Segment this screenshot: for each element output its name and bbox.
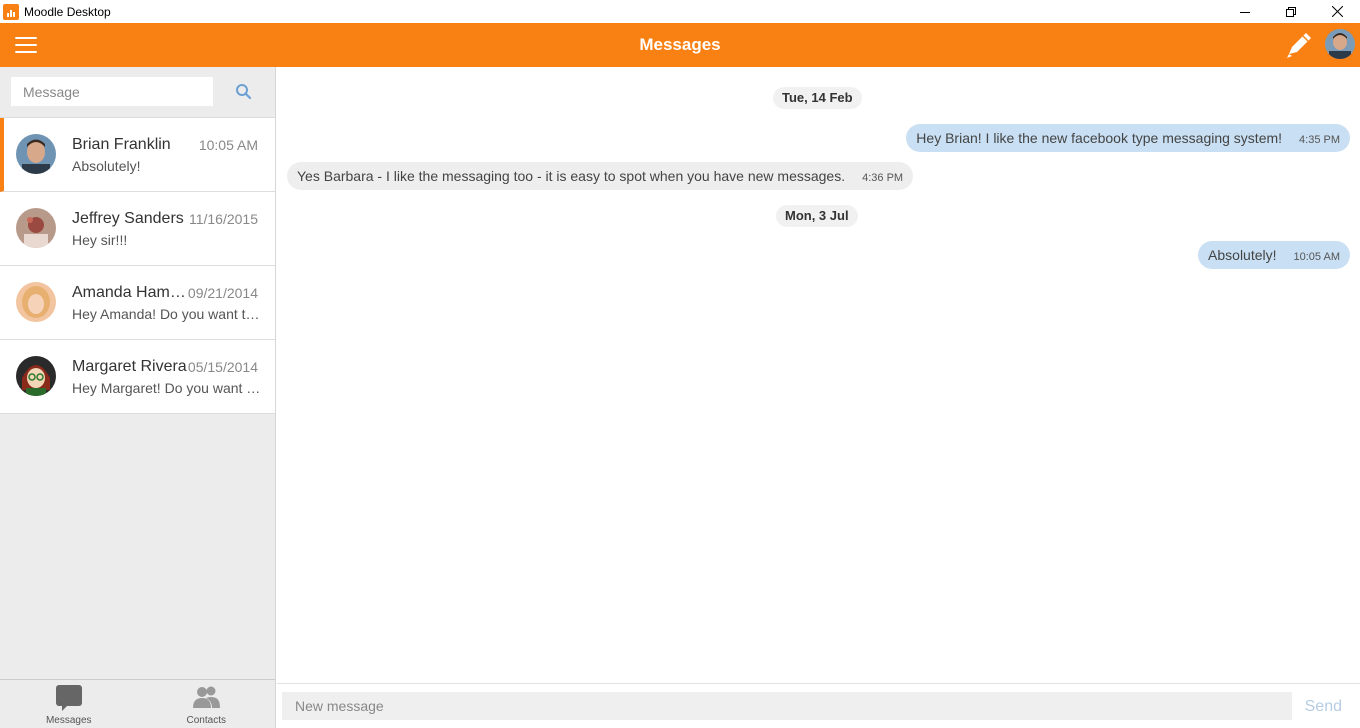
conversation-date: 11/16/2015 <box>188 211 258 227</box>
avatar-icon <box>1325 29 1355 59</box>
message-thread: Tue, 14 Feb Hey Brian! I like the new fa… <box>277 67 1360 683</box>
conversation-item-margaret-rivera[interactable]: Margaret Rivera 05/15/2014 Hey Margaret!… <box>0 340 275 414</box>
conversation-item-amanda-hamilton[interactable]: Amanda Hamilton 09/21/2014 Hey Amanda! D… <box>0 266 275 340</box>
conversation-name: Brian Franklin <box>72 136 171 153</box>
message-bubble-incoming: Yes Barbara - I like the messaging too -… <box>287 162 914 190</box>
restore-button[interactable] <box>1268 0 1314 23</box>
contacts-icon <box>193 686 221 708</box>
conversation-date: 10:05 AM <box>198 137 258 153</box>
conversation-name: Amanda Hamilton <box>72 284 188 301</box>
conversation-preview: Hey sir!!! <box>72 232 128 248</box>
new-message-input[interactable] <box>282 692 1292 720</box>
avatar-icon <box>16 134 56 174</box>
chat-bubble-icon <box>55 685 82 711</box>
conversation-sidebar: Brian Franklin 10:05 AM Absolutely! Jeff… <box>0 67 276 728</box>
window-controls <box>1222 0 1360 23</box>
avatar <box>16 134 56 174</box>
page-title: Messages <box>639 35 721 54</box>
tab-contacts[interactable]: Contacts <box>138 680 276 728</box>
user-avatar[interactable] <box>1325 29 1355 59</box>
avatar-icon <box>16 208 56 248</box>
date-separator: Mon, 3 Jul <box>776 205 858 227</box>
pencil-icon <box>1287 33 1311 58</box>
minimize-button[interactable] <box>1222 0 1268 23</box>
bottom-tab-bar: Messages Contacts <box>0 679 275 728</box>
menu-icon-bar <box>15 51 37 53</box>
conversation-date: 05/15/2014 <box>187 359 258 375</box>
conversation-item-brian-franklin[interactable]: Brian Franklin 10:05 AM Absolutely! <box>0 118 275 192</box>
message-text: Yes Barbara - I like the messaging too -… <box>297 168 846 184</box>
moodle-app-icon <box>3 3 19 20</box>
avatar <box>16 356 56 396</box>
search-button[interactable] <box>234 82 254 102</box>
menu-icon <box>15 37 37 39</box>
window-titlebar: Moodle Desktop <box>0 0 1360 23</box>
restore-icon <box>1286 6 1296 17</box>
tab-label: Messages <box>45 715 92 726</box>
close-window-button[interactable] <box>1314 0 1360 23</box>
tab-messages[interactable]: Messages <box>0 680 138 728</box>
new-message-button[interactable] <box>1283 30 1315 60</box>
minimize-icon <box>1240 11 1250 13</box>
avatar <box>16 208 56 248</box>
window-title: Moodle Desktop <box>24 4 111 19</box>
search-icon <box>236 84 252 100</box>
menu-icon-bar <box>15 44 37 46</box>
date-separator: Tue, 14 Feb <box>773 87 862 109</box>
message-bubble-outgoing: Absolutely! 10:05 AM <box>1198 241 1350 269</box>
message-text: Hey Brian! I like the new facebook type … <box>916 130 1283 146</box>
send-button[interactable]: Send <box>1305 698 1342 716</box>
conversation-name: Margaret Rivera <box>72 358 187 375</box>
conversation-date: 09/21/2014 <box>187 285 258 301</box>
avatar-icon <box>16 282 56 322</box>
avatar-icon <box>16 356 56 396</box>
avatar <box>16 282 56 322</box>
message-bubble-outgoing: Hey Brian! I like the new facebook type … <box>906 124 1350 152</box>
search-input[interactable] <box>11 77 213 106</box>
message-text: Absolutely! <box>1208 247 1277 263</box>
message-composer: Send <box>277 683 1360 728</box>
conversation-item-jeffrey-sanders[interactable]: Jeffrey Sanders 11/16/2015 Hey sir!!! <box>0 192 275 266</box>
menu-button[interactable] <box>15 37 37 53</box>
conversation-name: Jeffrey Sanders <box>72 210 184 227</box>
conversation-preview: Hey Margaret! Do you want to chat? <box>72 380 262 396</box>
search-bar <box>0 67 275 118</box>
tab-label: Contacts <box>186 715 226 726</box>
conversation-preview: Hey Amanda! Do you want to chat? <box>72 306 262 322</box>
message-time: 10:05 AM <box>1293 251 1340 263</box>
message-time: 4:36 PM <box>862 172 904 184</box>
message-time: 4:35 PM <box>1299 134 1340 146</box>
app-header: Messages <box>0 23 1360 67</box>
conversation-preview: Absolutely! <box>72 158 141 174</box>
close-icon <box>1331 6 1343 17</box>
